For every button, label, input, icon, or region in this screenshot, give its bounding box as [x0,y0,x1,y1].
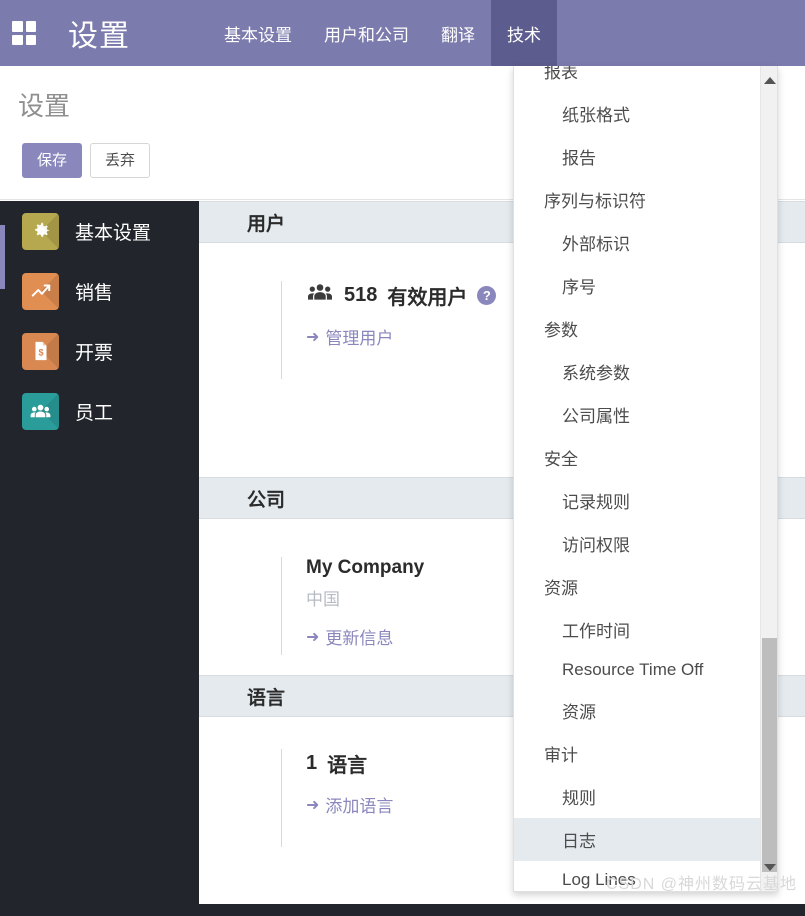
nav-tab-list: 基本设置 用户和公司 翻译 技术 [208,0,557,66]
arrow-right-icon: ➜ [306,328,320,346]
dropdown-menu-item[interactable]: 纸张格式 [514,92,762,135]
tab-users-companies[interactable]: 用户和公司 [308,0,425,66]
users-count: 518 [344,284,378,306]
grid-square [12,34,23,45]
top-navbar: 设置 基本设置 用户和公司 翻译 技术 [0,0,805,66]
languages-count: 1 [306,752,318,774]
group-users-icon [306,282,334,309]
sidebar-item-label: 开票 [75,342,114,364]
grid-square [25,21,36,32]
dropdown-section-header: 序列与标识符 [544,192,646,211]
svg-text:$: $ [38,348,43,358]
sidebar-item-label: 基本设置 [75,222,152,244]
dropdown-section-header: 安全 [544,450,578,469]
help-icon[interactable]: ? [477,286,497,305]
link-label: 管理用户 [325,329,394,348]
tab-translations[interactable]: 翻译 [425,0,491,66]
sidebar-item-invoicing[interactable]: $ 开票 [0,321,199,381]
dropdown-menu-item[interactable]: Resource Time Off [514,651,762,689]
section-title: 语言 [247,687,286,709]
watermark-text: CSDN @神州数码云基地 [605,876,797,893]
tab-technical[interactable]: 技术 [491,0,557,66]
dropdown-section-header: 报表 [544,66,578,82]
languages-count-label: 语言 [327,755,368,777]
settings-sidebar: 基本设置 销售 $ 开票 员工 [0,201,199,916]
bottom-strip [0,904,805,916]
page-title: 设置 [18,91,71,121]
app-root: 设置 基本设置 用户和公司 翻译 技术 设置 保存 丢弃 基本设置 销售 $ 开… [0,0,805,916]
dropdown-menu-item[interactable]: 报告 [514,135,762,178]
sidebar-item-general-settings[interactable]: 基本设置 [0,201,199,261]
action-button-row: 保存 丢弃 [22,143,151,178]
dropdown-menu-item[interactable]: 序号 [514,264,762,307]
dropdown-scrollbar[interactable] [760,66,777,891]
sidebar-item-label: 销售 [75,282,114,304]
add-language-link[interactable]: ➜ 添加语言 [306,792,393,817]
chart-line-icon [22,272,59,310]
scrollbar-thumb[interactable] [762,638,777,872]
people-icon [22,392,59,430]
dropdown-menu-item[interactable]: 外部标识 [514,221,762,264]
tab-general-settings[interactable]: 基本设置 [208,0,308,66]
dropdown-menu-item[interactable]: 规则 [514,775,762,818]
discard-button[interactable]: 丢弃 [90,143,151,178]
users-count-label: 有效用户 [387,287,468,309]
link-label: 更新信息 [325,629,394,648]
dropdown-section-header: 参数 [544,321,578,340]
manage-users-link[interactable]: ➜ 管理用户 [306,324,393,349]
dropdown-menu-item[interactable]: 记录规则 [514,479,762,522]
dropdown-menu-item[interactable]: 系统参数 [514,350,762,393]
invoice-icon: $ [22,332,59,370]
dropdown-item-list: 报表纸张格式 报告序列与标识符外部标识 序号参数系统参数 公司属性安全记录规则 访问权限… [514,66,762,891]
sidebar-item-sales[interactable]: 销售 [0,261,199,321]
gear-icon [22,212,59,250]
dropdown-menu-item[interactable]: 公司属性 [514,393,762,436]
dropdown-menu-item[interactable]: 日志 [514,818,762,861]
dropdown-menu-item[interactable]: 资源 [514,689,762,732]
section-title: 公司 [247,489,286,511]
sidebar-item-label: 员工 [75,402,114,424]
section-title: 用户 [247,213,286,235]
grid-square [12,21,23,32]
link-label: 添加语言 [325,797,394,816]
arrow-right-icon: ➜ [306,796,320,814]
dropdown-section-header: 审计 [544,746,578,765]
dropdown-menu-item[interactable]: 访问权限 [514,522,762,565]
sidebar-active-indicator [0,225,5,289]
grid-square [25,34,36,45]
dropdown-section-header: 资源 [544,579,578,598]
technical-dropdown-menu: 报表纸张格式 报告序列与标识符外部标识 序号参数系统参数 公司属性安全记录规则 访问权限… [513,66,778,892]
save-button[interactable]: 保存 [22,143,83,178]
sidebar-item-employees[interactable]: 员工 [0,381,199,441]
scroll-up-arrow-icon[interactable] [761,72,777,89]
update-info-link[interactable]: ➜ 更新信息 [306,624,393,649]
arrow-right-icon: ➜ [306,628,320,646]
apps-grid-icon[interactable] [12,21,36,45]
app-brand-title: 设置 [68,20,130,53]
dropdown-menu-item[interactable]: 工作时间 [514,608,762,651]
